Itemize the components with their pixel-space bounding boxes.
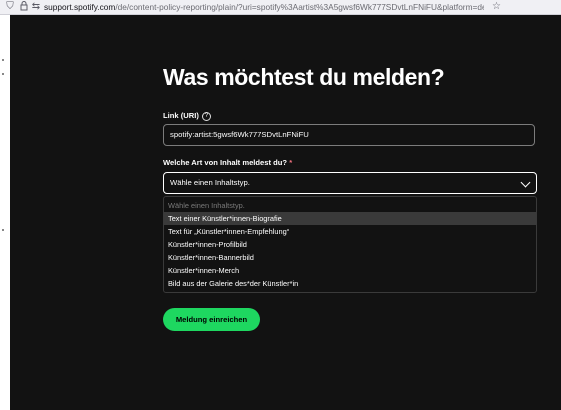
dropdown-option[interactable]: Text einer Künstler*innen-Biografie — [164, 212, 536, 225]
help-icon[interactable]: ? — [201, 111, 211, 121]
content-type-label: Welche Art von Inhalt meldest du? * — [163, 158, 293, 167]
link-label: Link (URI)? — [163, 111, 211, 121]
lock-icon[interactable] — [18, 1, 30, 13]
required-mark: * — [289, 158, 293, 167]
browser-address-bar: ⛉ ⇆ support.spotify.com/de/content-polic… — [0, 0, 561, 15]
dropdown-option[interactable]: Bild aus der Galerie des*der Künstler*in — [164, 277, 536, 290]
strip-mark — [2, 73, 4, 75]
dropdown-option[interactable]: Künstler*innen-Merch — [164, 264, 536, 277]
strip-mark — [2, 59, 4, 61]
page-title: Was möchtest du melden? — [163, 64, 445, 90]
strip-mark — [2, 229, 4, 231]
link-input[interactable]: spotify:artist:5gwsf6Wk777SDvtLnFNiFU — [163, 124, 535, 146]
chevron-down-icon — [520, 177, 531, 188]
dropdown-option[interactable]: Künstler*innen-Profilbild — [164, 238, 536, 251]
url-field[interactable]: support.spotify.com/de/content-policy-re… — [44, 1, 484, 13]
dropdown-option[interactable]: Künstler*innen-Bannerbild — [164, 251, 536, 264]
shield-icon[interactable]: ⛉ — [4, 1, 16, 13]
dropdown-option-placeholder[interactable]: Wähle einen Inhaltstyp. — [164, 199, 536, 212]
content-type-select[interactable]: Wähle einen Inhaltstyp. — [163, 172, 537, 194]
permissions-icon[interactable]: ⇆ — [30, 1, 42, 13]
bookmark-star-icon[interactable]: ☆ — [492, 1, 501, 13]
submit-button[interactable]: Meldung einreichen — [163, 308, 260, 331]
dropdown-option[interactable]: Text für „Künstler*innen-Empfehlung“ — [164, 225, 536, 238]
report-page: Was möchtest du melden? Link (URI)? spot… — [10, 15, 561, 410]
content-type-dropdown: Wähle einen Inhaltstyp. Text einer Künst… — [163, 196, 537, 293]
side-strip — [0, 15, 10, 410]
select-value: Wähle einen Inhaltstyp. — [170, 178, 250, 187]
